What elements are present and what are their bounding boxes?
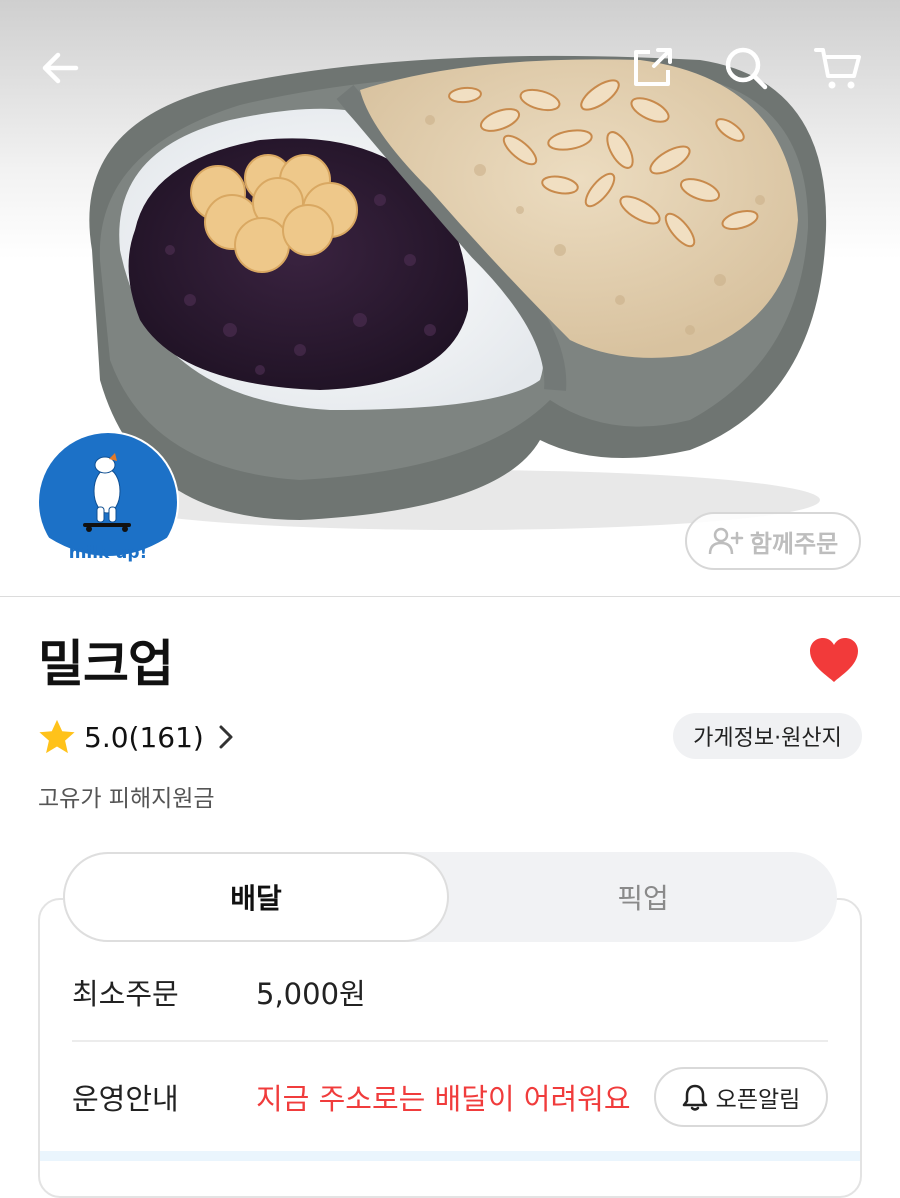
tab-pickup[interactable]: 픽업 bbox=[449, 852, 837, 942]
open-alarm-button[interactable]: 오픈알림 bbox=[654, 1067, 828, 1127]
together-order-label: 함께주문 bbox=[749, 529, 839, 558]
heart-icon bbox=[810, 638, 858, 682]
chevron-right-icon bbox=[219, 725, 233, 749]
store-name: 밀크업 bbox=[38, 635, 174, 693]
min-order-value: 5,000원 bbox=[256, 977, 366, 1011]
store-subtitle: 고유가 피해지원금 bbox=[38, 786, 215, 812]
divider bbox=[72, 1040, 828, 1042]
favorite-button[interactable] bbox=[808, 636, 860, 684]
hero-banner: milk up! 함께주문 bbox=[0, 0, 900, 597]
rating-link[interactable]: 5.0(161) bbox=[38, 715, 234, 759]
tab-delivery[interactable]: 배달 bbox=[63, 852, 449, 942]
bell-icon bbox=[682, 1084, 707, 1111]
min-order-label: 최소주문 bbox=[72, 977, 179, 1011]
person-add-icon bbox=[708, 527, 744, 555]
back-button[interactable] bbox=[32, 40, 88, 96]
cart-icon bbox=[814, 48, 861, 89]
operation-status: 지금 주소로는 배달이 어려워요 bbox=[256, 1082, 631, 1116]
operation-row: 운영안내 지금 주소로는 배달이 어려워요 bbox=[72, 1073, 631, 1121]
logo-text: milk up! bbox=[69, 543, 148, 563]
share-icon bbox=[634, 48, 672, 86]
search-icon bbox=[725, 47, 768, 90]
operation-label: 운영안내 bbox=[72, 1082, 179, 1116]
store-info-origin-button[interactable]: 가게정보·원산지 bbox=[673, 713, 862, 759]
order-type-tabs: 배달 픽업 bbox=[63, 852, 837, 942]
star-icon bbox=[39, 719, 75, 754]
rating-value: 5.0(161) bbox=[84, 720, 204, 754]
card-bottom-strip bbox=[40, 1151, 860, 1161]
together-order-button[interactable]: 함께주문 bbox=[685, 512, 861, 570]
min-order-row: 최소주문 5,000원 bbox=[72, 968, 366, 1016]
open-alarm-label: 오픈알림 bbox=[715, 1087, 801, 1113]
back-arrow-icon bbox=[42, 52, 79, 84]
share-button[interactable] bbox=[624, 40, 680, 96]
cart-button[interactable] bbox=[810, 40, 866, 96]
search-button[interactable] bbox=[718, 40, 774, 96]
store-logo: milk up! bbox=[37, 431, 179, 573]
